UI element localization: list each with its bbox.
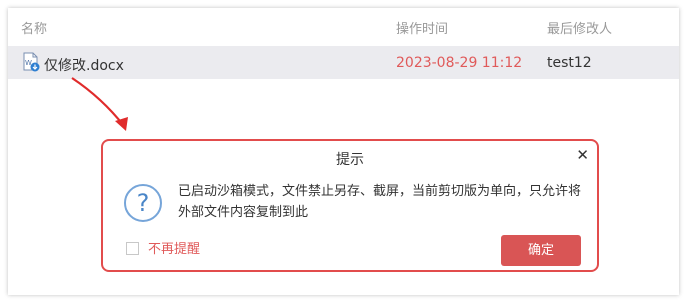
sandbox-prompt-dialog: 提示 ✕ ? 已启动沙箱模式，文件禁止另存、截屏，当前剪切版为单向，只允许将外部… xyxy=(101,139,599,272)
dont-remind-label[interactable]: 不再提醒 xyxy=(148,238,200,257)
question-icon: ? xyxy=(124,184,162,222)
close-icon[interactable]: ✕ xyxy=(576,146,589,164)
word-doc-icon: W xyxy=(23,52,40,72)
table-row[interactable]: W 仅修改.docx 2023-08-29 11:12 test12 xyxy=(8,46,679,79)
dialog-message: 已启动沙箱模式，文件禁止另存、截屏，当前剪切版为单向，只允许将外部文件内容复制到… xyxy=(178,184,582,220)
last-modifier: test12 xyxy=(547,55,592,71)
header-time: 操作时间 xyxy=(396,22,449,37)
dont-remind-checkbox[interactable] xyxy=(126,242,139,255)
header-name: 名称 xyxy=(21,22,48,37)
dialog-title: 提示 xyxy=(336,152,364,168)
confirm-button[interactable]: 确定 xyxy=(501,235,581,266)
file-name[interactable]: 仅修改.docx xyxy=(44,55,124,75)
header-modifier: 最后修改人 xyxy=(547,22,613,37)
operation-time: 2023-08-29 11:12 xyxy=(396,55,523,71)
